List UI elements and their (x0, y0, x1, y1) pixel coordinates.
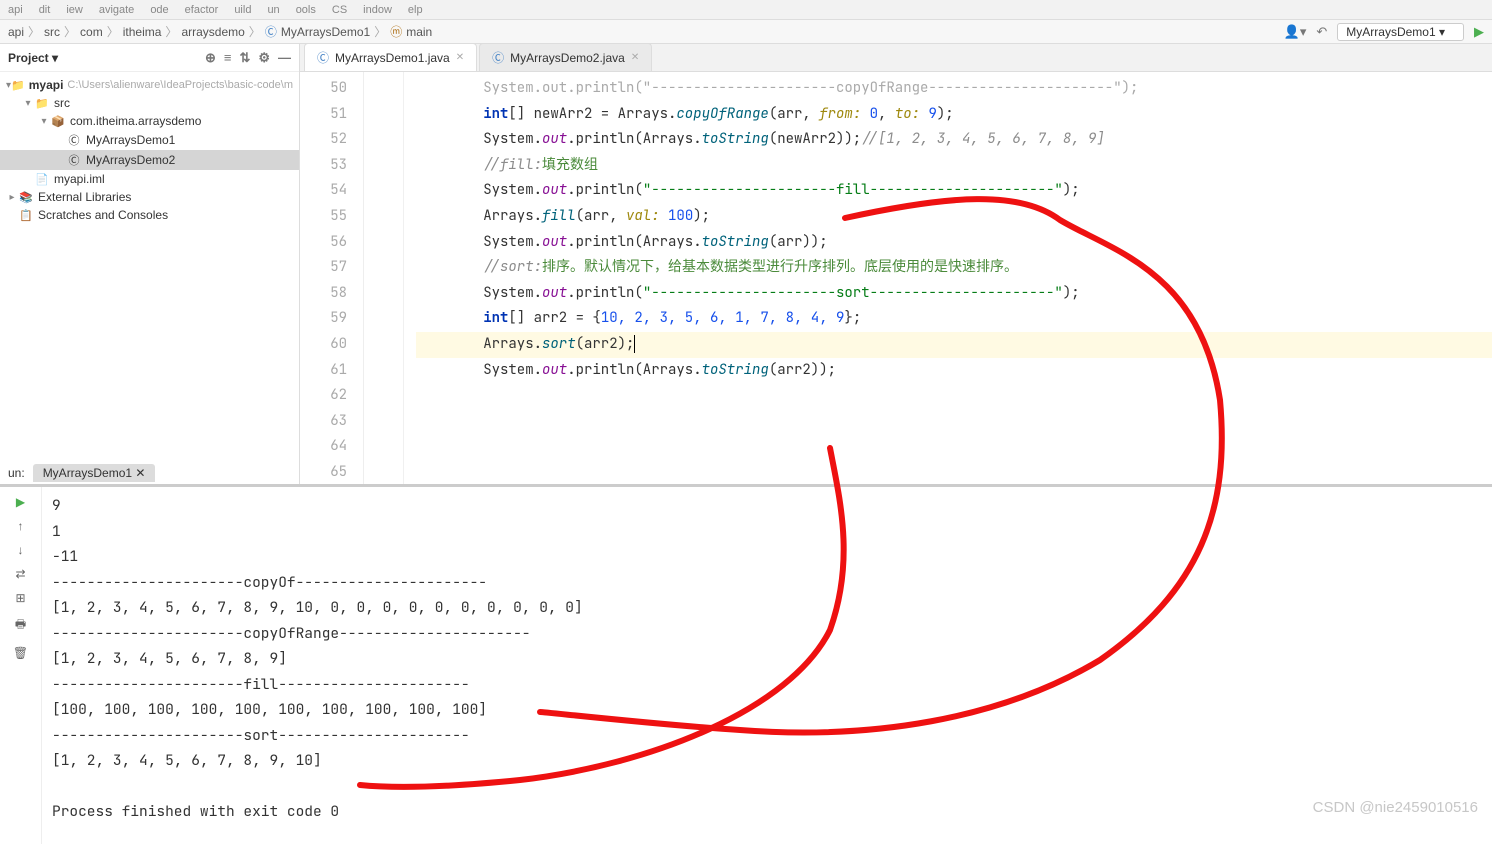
menu-item[interactable]: efactor (185, 4, 219, 16)
tree-node[interactable]: ▾📁src (0, 94, 299, 112)
tree-node[interactable]: 📋Scratches and Consoles (0, 206, 299, 224)
gear-icon[interactable]: ⚙ (258, 50, 270, 66)
run-output[interactable]: 9 1 -11 ----------------------copyOf----… (42, 487, 1492, 844)
breadcrumb-item[interactable]: arraysdemo (181, 25, 244, 39)
java-icon: Ⓒ (317, 49, 329, 66)
breadcrumb-item[interactable]: src (44, 25, 60, 39)
trash-icon[interactable]: 🗑 (13, 646, 28, 660)
menu-item[interactable]: indow (363, 4, 392, 16)
editor[interactable]: 5051525354555657585960616263646566 Syste… (300, 72, 1492, 484)
project-tree: ▾📁myapiC:\Users\alienware\IdeaProjects\b… (0, 72, 299, 228)
run-tab[interactable]: MyArraysDemo1 ✕ (33, 464, 156, 482)
tab-label: MyArraysDemo2.java (510, 51, 625, 65)
breadcrumb: api〉 src〉 com〉 itheima〉 arraysdemo〉 Ⓒ My… (8, 23, 432, 40)
down-icon[interactable]: ↓ (18, 543, 24, 557)
menu-item[interactable]: CS (332, 4, 347, 16)
close-icon[interactable]: ✕ (631, 52, 639, 63)
menu-item[interactable]: ools (296, 4, 316, 16)
code-area[interactable]: System.out.println("--------------------… (404, 72, 1492, 484)
run-label: un: (8, 466, 25, 480)
project-panel: Project ▾ ⊕ ≡ ⇅ ⚙ — ▾📁myapiC:\Users\alie… (0, 44, 300, 484)
rerun-icon[interactable]: ▶ (16, 495, 25, 509)
back-icon[interactable]: ↶ (1316, 24, 1327, 40)
tree-node[interactable]: ⒸMyArraysDemo2 (0, 150, 299, 170)
hide-icon[interactable]: — (278, 50, 291, 66)
tab-label: MyArraysDemo1.java (335, 51, 450, 65)
menu-bar: api dit iew avigate ode efactor uild un … (0, 0, 1492, 20)
tree-node[interactable]: 📄myapi.iml (0, 170, 299, 188)
tab-myarraysdemo2[interactable]: Ⓒ MyArraysDemo2.java ✕ (479, 43, 652, 71)
tab-bar: Ⓒ MyArraysDemo1.java ✕ Ⓒ MyArraysDemo2.j… (300, 44, 1492, 72)
menu-item[interactable]: elp (408, 4, 423, 16)
tree-node[interactable]: ⒸMyArraysDemo1 (0, 130, 299, 150)
up-icon[interactable]: ↑ (18, 519, 24, 533)
close-icon[interactable]: ✕ (456, 52, 464, 63)
run-header: un: MyArraysDemo1 ✕ (0, 462, 1492, 484)
tree-node[interactable]: ▾📁myapiC:\Users\alienware\IdeaProjects\b… (0, 76, 299, 94)
menu-item[interactable]: avigate (99, 4, 134, 16)
menu-item[interactable]: iew (66, 4, 83, 16)
print-icon[interactable]: 🖶 (15, 615, 26, 636)
menu-item[interactable]: dit (39, 4, 51, 16)
layout-icon[interactable]: ⊞ (15, 591, 25, 605)
menu-item[interactable]: ode (150, 4, 168, 16)
nav-bar: api〉 src〉 com〉 itheima〉 arraysdemo〉 Ⓒ My… (0, 20, 1492, 44)
breadcrumb-item[interactable]: api (8, 25, 24, 39)
run-panel: ▶ ↑ ↓ ⇄ ⊞ 🖶 🗑 9 1 -11 ------------------… (0, 484, 1492, 844)
breadcrumb-item[interactable]: itheima (123, 25, 162, 39)
run-toolbar: ▶ ↑ ↓ ⇄ ⊞ 🖶 🗑 (0, 487, 42, 844)
tree-node[interactable]: ▸📚External Libraries (0, 188, 299, 206)
menu-item[interactable]: uild (234, 4, 251, 16)
breadcrumb-item[interactable]: com (80, 25, 103, 39)
project-title[interactable]: Project ▾ (8, 51, 205, 65)
run-config-select[interactable]: MyArraysDemo1 ▾ (1337, 23, 1464, 41)
gutter: 5051525354555657585960616263646566 (300, 72, 364, 484)
tab-myarraysdemo1[interactable]: Ⓒ MyArraysDemo1.java ✕ (304, 43, 477, 71)
tree-node[interactable]: ▾📦com.itheima.arraysdemo (0, 112, 299, 130)
breadcrumb-item[interactable]: main (406, 25, 432, 39)
run-icon[interactable]: ▶ (1474, 24, 1484, 40)
menu-item[interactable]: api (8, 4, 23, 16)
target-icon[interactable]: ⊕ (205, 50, 216, 66)
java-icon: Ⓒ (492, 49, 504, 66)
expand-icon[interactable]: ≡ (224, 50, 232, 66)
breadcrumb-item[interactable]: MyArraysDemo1 (281, 25, 370, 39)
wrap-icon[interactable]: ⇄ (15, 567, 25, 581)
menu-item[interactable]: un (267, 4, 279, 16)
collapse-icon[interactable]: ⇅ (239, 50, 250, 66)
user-icon[interactable]: 👤▾ (1284, 24, 1307, 40)
